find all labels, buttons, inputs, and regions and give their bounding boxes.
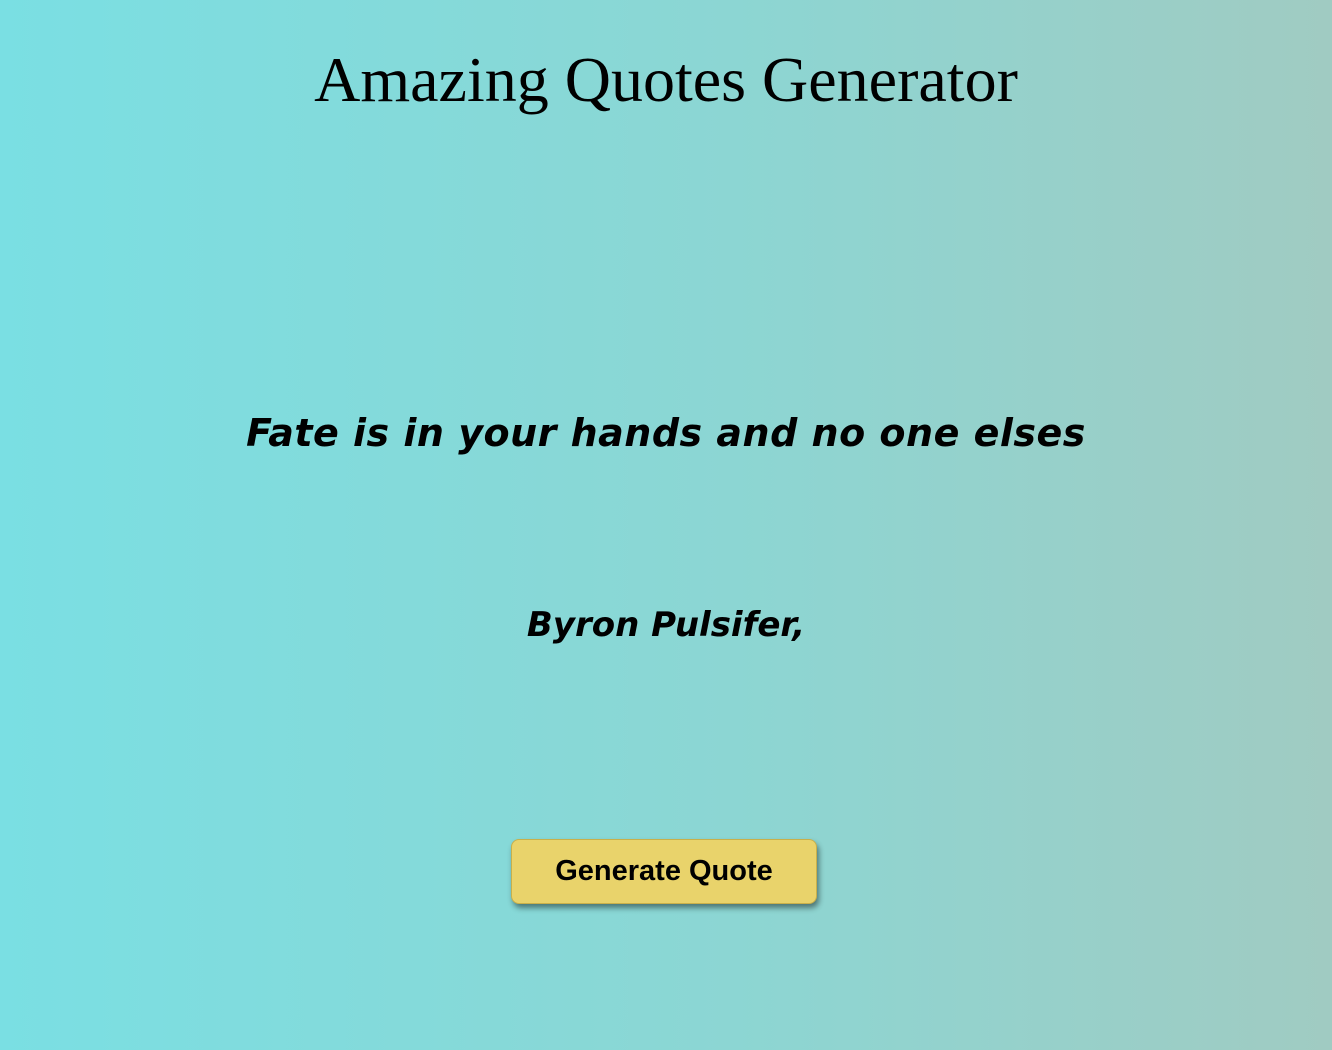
quote-author: Byron Pulsifer, [526, 605, 806, 645]
quote-text: Fate is in your hands and no one elses [246, 411, 1086, 455]
page-title: Amazing Quotes Generator [314, 44, 1018, 115]
generate-quote-button[interactable]: Generate Quote [511, 839, 817, 904]
